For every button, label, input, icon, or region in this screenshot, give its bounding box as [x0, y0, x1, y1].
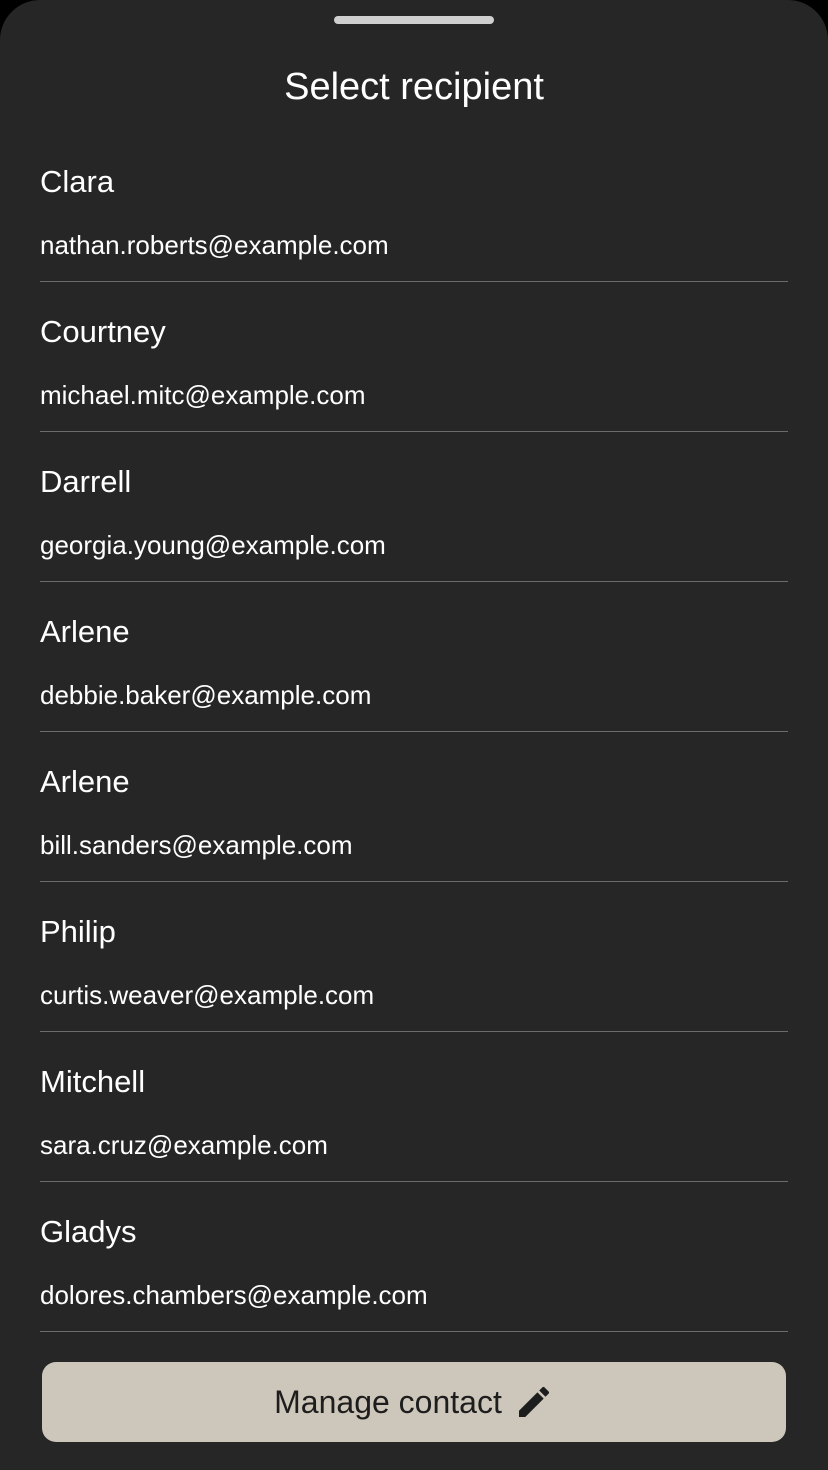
recipient-name: Philip: [40, 914, 116, 949]
recipient-name: Arlene: [40, 764, 130, 799]
list-item[interactable]: Arlene debbie.baker@example.com: [40, 582, 788, 732]
list-item[interactable]: Philip curtis.weaver@example.com: [40, 882, 788, 1032]
list-item[interactable]: Gladys dolores.chambers@example.com: [40, 1182, 788, 1332]
recipient-email: bill.sanders@example.com: [40, 830, 353, 860]
recipient-name: Clara: [40, 164, 115, 199]
recipient-email: nathan.roberts@example.com: [40, 230, 389, 260]
recipient-email: georgia.young@example.com: [40, 530, 386, 560]
list-item[interactable]: Mitchell sara.cruz@example.com: [40, 1032, 788, 1182]
sheet-title: Select recipient: [284, 66, 544, 108]
recipient-name: Gladys: [40, 1214, 137, 1249]
list-item[interactable]: Darrell georgia.young@example.com: [40, 432, 788, 582]
recipient-email: michael.mitc@example.com: [40, 380, 366, 410]
recipient-email: curtis.weaver@example.com: [40, 980, 375, 1010]
recipient-name: Darrell: [40, 464, 132, 499]
list-item[interactable]: Courtney michael.mitc@example.com: [40, 282, 788, 432]
recipient-email: dolores.chambers@example.com: [40, 1280, 428, 1310]
recipient-email: sara.cruz@example.com: [40, 1130, 328, 1160]
list-item[interactable]: Arlene bill.sanders@example.com: [40, 732, 788, 882]
recipient-email: debbie.baker@example.com: [40, 680, 372, 710]
recipient-name: Courtney: [40, 314, 166, 349]
recipient-name: Arlene: [40, 614, 130, 649]
list-item[interactable]: Clara nathan.roberts@example.com: [40, 132, 788, 282]
bottom-sheet: Select recipient Clara nathan.roberts@ex…: [0, 0, 828, 1470]
manage-contact-label: Manage contact: [274, 1384, 502, 1420]
recipient-list: Clara nathan.roberts@example.com Courtne…: [40, 132, 788, 1332]
drag-handle[interactable]: [334, 16, 494, 24]
recipient-name: Mitchell: [40, 1064, 146, 1099]
pencil-icon: [514, 1382, 554, 1422]
manage-contact-button[interactable]: Manage contact: [42, 1362, 786, 1442]
